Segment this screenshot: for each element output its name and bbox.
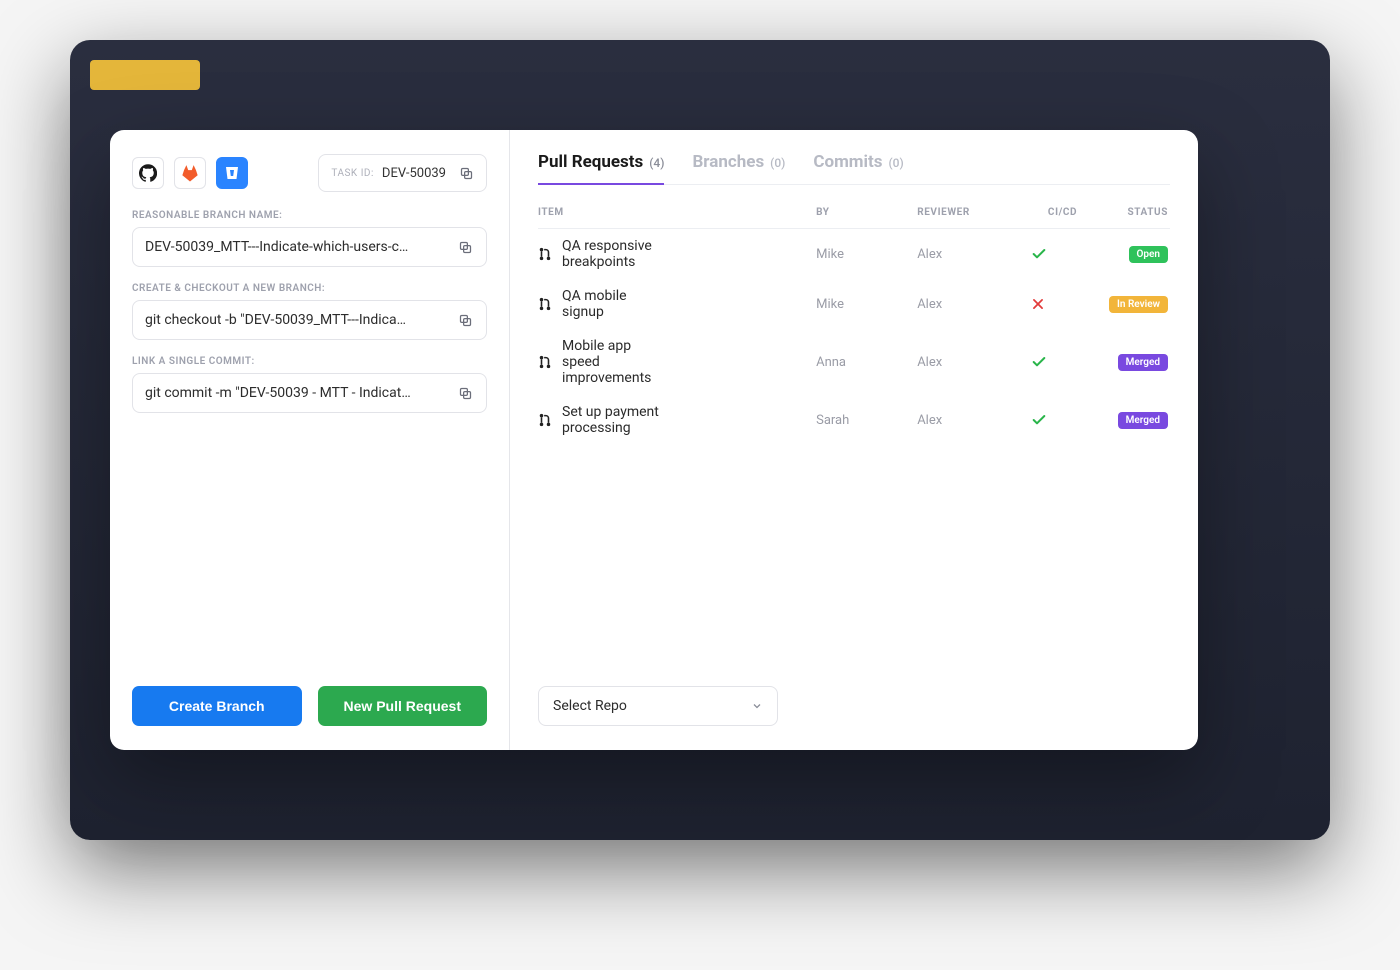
checkout-field: git checkout -b "DEV-50039_MTT---Indica…: [132, 300, 487, 340]
task-id-value: DEV-50039: [382, 166, 446, 181]
commit-label: LINK A SINGLE COMMIT:: [132, 356, 487, 367]
copy-checkout-button[interactable]: [450, 305, 480, 335]
check-icon: [1031, 412, 1094, 428]
checkout-label: CREATE & CHECKOUT A NEW BRANCH:: [132, 283, 487, 294]
th-by: BY: [816, 203, 917, 229]
github-icon: [139, 164, 157, 182]
pr-by: Anna: [816, 329, 917, 395]
th-status: STATUS: [1094, 203, 1170, 229]
pull-request-icon: [538, 247, 552, 261]
pr-reviewer: Alex: [917, 395, 1031, 445]
gitlab-provider-button[interactable]: [174, 157, 206, 189]
table-row[interactable]: QA mobile signup MikeAlex In Review: [538, 279, 1170, 329]
left-pane: TASK ID: DEV-50039 REASONABLE BRANCH NAM…: [110, 130, 510, 750]
cross-icon: [1031, 297, 1094, 311]
pr-by: Mike: [816, 279, 917, 329]
pull-request-icon: [538, 355, 552, 369]
github-provider-button[interactable]: [132, 157, 164, 189]
branch-name-value: DEV-50039_MTT---Indicate-which-users-c…: [145, 239, 450, 255]
pr-title: Mobile app speed improvements: [562, 338, 660, 386]
status-badge: Merged: [1118, 354, 1168, 371]
tab-pull-requests[interactable]: Pull Requests (4): [538, 152, 664, 184]
pull-request-icon: [538, 297, 552, 311]
table-row[interactable]: QA responsive breakpoints MikeAlex Open: [538, 229, 1170, 280]
th-reviewer: REVIEWER: [917, 203, 1031, 229]
pr-reviewer: Alex: [917, 229, 1031, 280]
table-row[interactable]: Set up payment processing SarahAlex Merged: [538, 395, 1170, 445]
copy-icon: [458, 313, 473, 328]
select-repo-label: Select Repo: [553, 698, 627, 714]
copy-icon: [458, 386, 473, 401]
pr-title: QA responsive breakpoints: [562, 238, 660, 270]
table-row[interactable]: Mobile app speed improvements AnnaAlex Mer…: [538, 329, 1170, 395]
pr-title: QA mobile signup: [562, 288, 660, 320]
copy-branch-name-button[interactable]: [450, 232, 480, 262]
new-pull-request-button[interactable]: New Pull Request: [318, 686, 488, 726]
task-id-box: TASK ID: DEV-50039: [318, 154, 487, 192]
copy-icon: [459, 166, 474, 181]
tab-label: Branches: [692, 152, 764, 172]
checkout-value: git checkout -b "DEV-50039_MTT---Indica…: [145, 312, 450, 328]
tab-branches[interactable]: Branches (0): [692, 152, 785, 184]
right-pane: Pull Requests (4) Branches (0) Commits (…: [510, 130, 1198, 750]
right-footer: Select Repo: [538, 686, 1170, 726]
tabs: Pull Requests (4) Branches (0) Commits (…: [538, 152, 1170, 185]
pr-reviewer: Alex: [917, 329, 1031, 395]
pr-title: Set up payment processing: [562, 404, 660, 436]
status-badge: Open: [1129, 246, 1169, 263]
status-badge: Merged: [1118, 412, 1168, 429]
left-footer: Create Branch New Pull Request: [132, 686, 487, 726]
git-modal: TASK ID: DEV-50039 REASONABLE BRANCH NAM…: [110, 130, 1198, 750]
pull-request-icon: [538, 413, 552, 427]
pull-requests-table: ITEM BY REVIEWER CI/CD STATUS QA respons…: [538, 203, 1170, 445]
branch-name-label: REASONABLE BRANCH NAME:: [132, 210, 487, 221]
commit-field: git commit -m "DEV-50039 - MTT - Indicat…: [132, 373, 487, 413]
th-cicd: CI/CD: [1031, 203, 1094, 229]
tab-label: Commits: [813, 152, 882, 172]
chevron-down-icon: [751, 700, 763, 712]
check-icon: [1031, 354, 1094, 370]
copy-commit-button[interactable]: [450, 378, 480, 408]
status-badge: In Review: [1109, 296, 1168, 313]
commit-value: git commit -m "DEV-50039 - MTT - Indicat…: [145, 385, 450, 401]
gitlab-icon: [181, 164, 199, 182]
pr-reviewer: Alex: [917, 279, 1031, 329]
check-icon: [1031, 246, 1094, 262]
branch-name-field: DEV-50039_MTT---Indicate-which-users-c…: [132, 227, 487, 267]
tab-count: (4): [649, 156, 664, 170]
bitbucket-provider-button[interactable]: [216, 157, 248, 189]
task-id-label: TASK ID:: [331, 168, 374, 179]
pr-by: Sarah: [816, 395, 917, 445]
tab-count: (0): [889, 156, 904, 170]
pr-by: Mike: [816, 229, 917, 280]
bitbucket-icon: [224, 165, 240, 181]
copy-task-id-button[interactable]: [454, 161, 478, 185]
tab-count: (0): [770, 156, 785, 170]
select-repo-dropdown[interactable]: Select Repo: [538, 686, 778, 726]
provider-row: TASK ID: DEV-50039: [132, 154, 487, 192]
tab-label: Pull Requests: [538, 152, 643, 172]
create-branch-button[interactable]: Create Branch: [132, 686, 302, 726]
th-item: ITEM: [538, 203, 816, 229]
tab-commits[interactable]: Commits (0): [813, 152, 903, 184]
copy-icon: [458, 240, 473, 255]
